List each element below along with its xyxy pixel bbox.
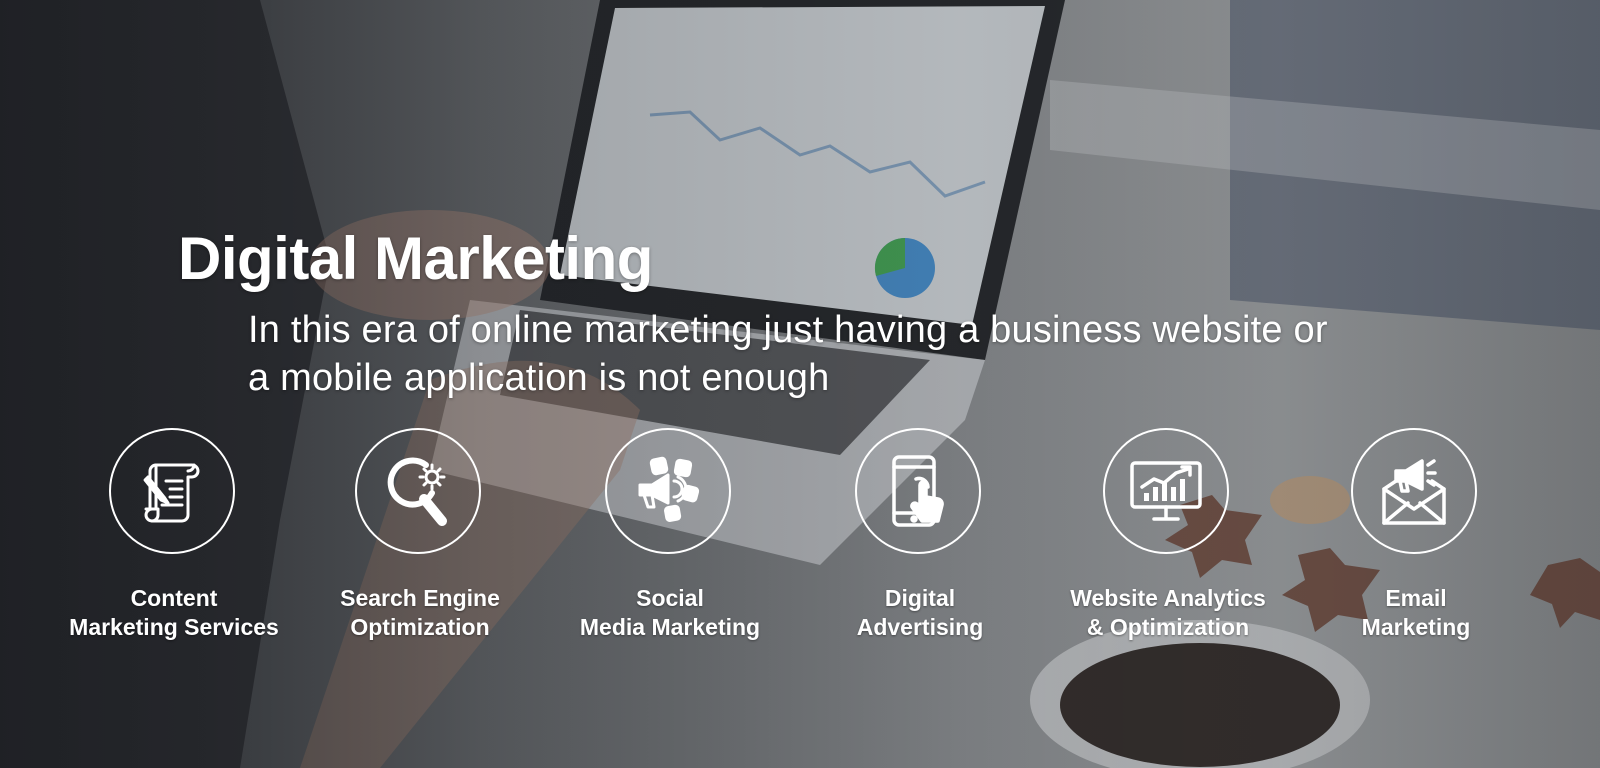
service-website-analytics[interactable]: Website Analytics & Optimization bbox=[1038, 428, 1298, 640]
service-label: Website Analytics & Optimization bbox=[1070, 585, 1266, 640]
service-label: Digital Advertising bbox=[856, 585, 984, 640]
monitor-chart-icon bbox=[1130, 461, 1202, 521]
service-email-marketing[interactable]: Email Marketing bbox=[1286, 428, 1546, 640]
service-social-media[interactable]: Social Media Marketing bbox=[540, 428, 800, 640]
megaphone-social-icon bbox=[638, 456, 700, 522]
page-subtitle: In this era of online marketing just hav… bbox=[248, 309, 1328, 399]
service-icon-circle bbox=[1103, 428, 1229, 554]
services-list: Content Marketing Services Search Engine… bbox=[0, 428, 1600, 648]
service-icon-circle bbox=[605, 428, 731, 554]
scroll-pen-icon bbox=[143, 463, 200, 523]
service-icon-circle bbox=[855, 428, 981, 554]
hero-banner: Digital Marketing In this era of online … bbox=[0, 0, 1600, 768]
service-label: Email Marketing bbox=[1361, 585, 1471, 640]
service-seo[interactable]: Search Engine Optimization bbox=[290, 428, 550, 640]
envelope-megaphone-icon bbox=[1382, 459, 1446, 525]
service-label: Content Marketing Services bbox=[69, 585, 279, 640]
service-icon-circle bbox=[109, 428, 235, 554]
service-digital-advertising[interactable]: Digital Advertising bbox=[790, 428, 1050, 640]
service-content-marketing[interactable]: Content Marketing Services bbox=[44, 428, 304, 640]
service-label: Social Media Marketing bbox=[579, 585, 761, 640]
service-icon-circle bbox=[355, 428, 481, 554]
magnifier-gear-icon bbox=[387, 457, 447, 526]
page-title: Digital Marketing bbox=[178, 225, 653, 292]
tablet-touch-icon bbox=[892, 455, 944, 527]
service-icon-circle bbox=[1351, 428, 1477, 554]
service-label: Search Engine Optimization bbox=[340, 585, 500, 640]
